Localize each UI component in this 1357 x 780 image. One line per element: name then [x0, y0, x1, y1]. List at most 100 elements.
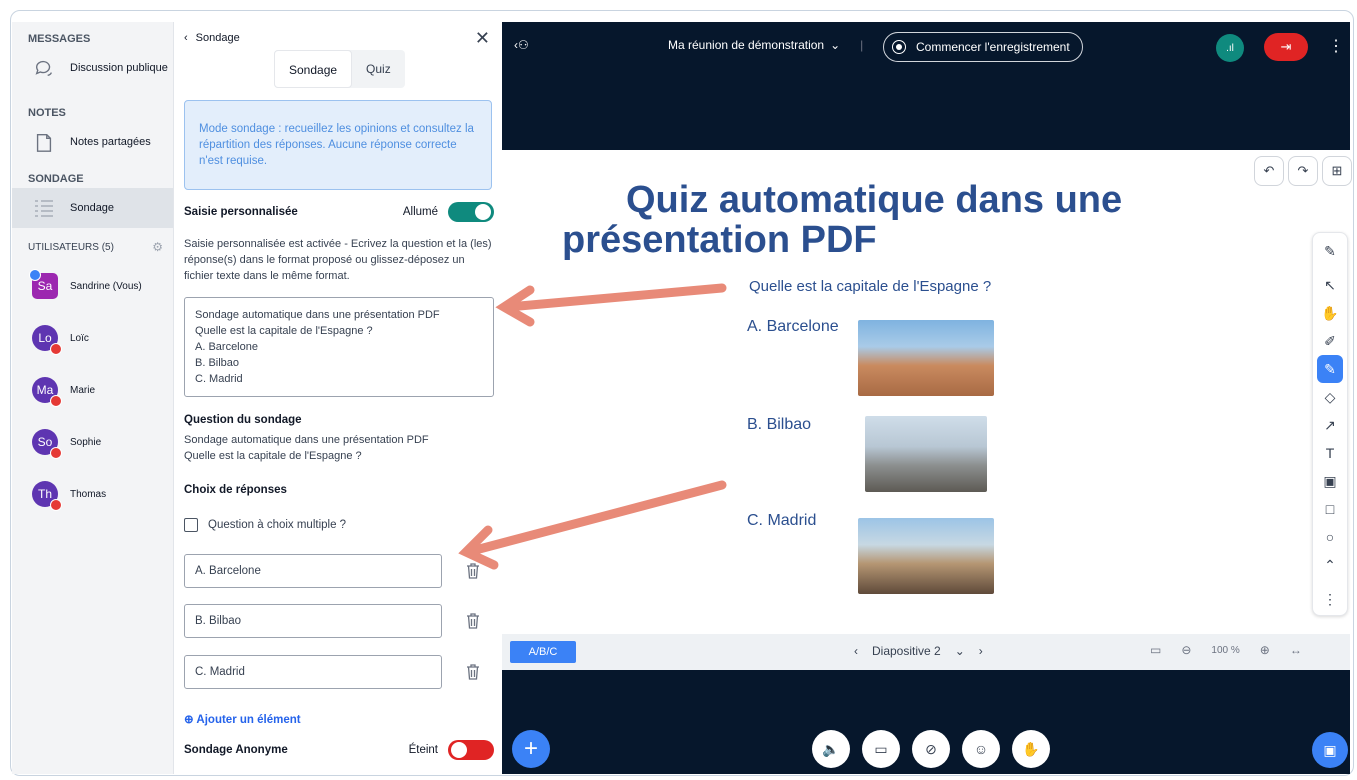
arrow-tool-icon[interactable]: ↗ [1313, 411, 1347, 439]
multiple-choice-checkbox[interactable] [184, 518, 198, 532]
record-icon [892, 40, 906, 54]
actions-plus-button[interactable]: + [512, 730, 550, 768]
user-item[interactable]: Lo Loïc [12, 312, 173, 364]
chevron-down-icon[interactable]: ⌄ [955, 644, 965, 658]
custom-input-textarea[interactable]: Sondage automatique dans une présentatio… [184, 297, 494, 397]
start-recording-button[interactable]: Commencer l'enregistrement [883, 32, 1083, 62]
sidebar-item-public-chat[interactable]: Discussion publique [12, 48, 173, 88]
connection-status-icon[interactable]: .ıl [1216, 34, 1244, 62]
list-icon [32, 196, 56, 220]
poll-panel: ‹ Sondage ✕ Sondage Quiz Mode sondage : … [174, 22, 502, 774]
screenshare-off-icon[interactable]: ⊘ [912, 730, 950, 768]
user-item[interactable]: Sa Sandrine (Vous) [12, 260, 173, 312]
raise-hand-icon[interactable]: ✋ [1012, 730, 1050, 768]
slide-option: A. Barcelone [747, 318, 839, 335]
multi-user-pen-icon[interactable]: ✎ [1313, 237, 1347, 265]
avatar-initials: Sa [37, 279, 53, 293]
user-name: Sophie [70, 436, 102, 448]
slide-option: B. Bilbao [747, 416, 812, 433]
option-input-a[interactable]: A. Barcelone [184, 554, 442, 588]
textarea-line: B. Bilbao [195, 357, 240, 369]
sidebar: MESSAGES Discussion publique NOTES Notes… [12, 22, 174, 774]
chart-icon[interactable]: ▭ [1150, 643, 1161, 657]
main-area: ‹⚇ Ma réunion de démonstration ⌄ | Comme… [502, 22, 1352, 774]
meeting-title[interactable]: Ma réunion de démonstration ⌄ | [668, 38, 863, 52]
trash-icon[interactable] [466, 613, 482, 629]
option-input-b[interactable]: B. Bilbao [184, 604, 442, 638]
textarea-line: Quelle est la capitale de l'Espagne ? [195, 325, 373, 337]
whiteboard-toolbar: ✎ ↖ ✋ ✐ ✎ ◇ ↗ T ▣ □ ○ ⌃ ⋮ [1312, 232, 1348, 616]
textarea-line: Sondage automatique dans une présentatio… [195, 309, 440, 321]
note-icon[interactable]: ▣ [1313, 467, 1347, 495]
custom-input-toggle[interactable] [448, 202, 494, 222]
chat-icon [32, 56, 56, 80]
sidebar-item-poll[interactable]: Sondage [12, 188, 173, 228]
hand-icon[interactable]: ✋ [1313, 299, 1347, 327]
user-item[interactable]: Th Thomas [12, 468, 173, 520]
eraser-icon[interactable]: ◇ [1313, 383, 1347, 411]
add-item-button[interactable]: ⊕ Ajouter un élément [184, 712, 301, 726]
option-input-c[interactable]: C. Madrid [184, 655, 442, 689]
anonymous-row: Sondage Anonyme Éteint [184, 740, 494, 760]
fit-width-icon[interactable]: ↔ [1290, 643, 1302, 657]
barcelona-photo [858, 320, 994, 396]
user-item[interactable]: Ma Marie [12, 364, 173, 416]
avatar: So [32, 429, 62, 459]
slide-selector[interactable]: Diapositive 2 [872, 644, 941, 658]
close-icon[interactable]: ✕ [475, 28, 490, 49]
text-tool-icon[interactable]: T [1313, 439, 1347, 467]
anonymous-state: Éteint [408, 744, 438, 756]
poll-question-title: Question du sondage [184, 414, 302, 426]
more-options-icon[interactable]: ⋮ [1328, 36, 1344, 56]
more-tools-icon[interactable]: ⋮ [1313, 585, 1347, 613]
avatar-initials: Lo [38, 331, 52, 345]
gear-icon[interactable]: ⚙ [152, 240, 163, 254]
next-slide-icon[interactable]: › [979, 644, 983, 658]
reactions-icon[interactable]: ☺ [962, 730, 1000, 768]
rectangle-icon[interactable]: □ [1313, 495, 1347, 523]
user-item[interactable]: So Sophie [12, 416, 173, 468]
zoom-out-icon[interactable]: ⊖ [1181, 643, 1191, 657]
quick-poll-button[interactable]: A/B/C [510, 641, 576, 663]
ellipse-icon[interactable]: ○ [1313, 523, 1347, 551]
trash-icon[interactable] [466, 664, 482, 680]
undo-redo-group: ↶ ↷ ⊞ [1254, 156, 1352, 186]
redo-icon[interactable]: ↷ [1288, 156, 1318, 186]
anonymous-toggle[interactable] [448, 740, 494, 760]
zoom-in-icon[interactable]: ⊕ [1260, 643, 1270, 657]
record-label: Commencer l'enregistrement [916, 40, 1070, 54]
sidebar-item-label: Discussion publique [70, 62, 168, 74]
custom-input-row: Saisie personnalisée Allumé [184, 202, 494, 222]
multi-user-icon[interactable]: ⊞ [1322, 156, 1352, 186]
user-list-toggle-icon[interactable]: ‹⚇ [514, 38, 529, 52]
prev-slide-icon[interactable]: ‹ [854, 644, 858, 658]
textarea-line: C. Madrid [195, 373, 243, 385]
presentation-icon[interactable]: ▣ [1312, 732, 1348, 768]
audio-icon[interactable]: 🔈 [812, 730, 850, 768]
sidebar-item-shared-notes[interactable]: Notes partagées [12, 122, 173, 162]
chevron-up-icon[interactable]: ⌃ [1313, 551, 1347, 579]
slide-title: Quiz automatique dans une présentation P… [562, 180, 1122, 260]
pencil-icon[interactable]: ✐ [1313, 327, 1347, 355]
highlighter-icon[interactable]: ✎ [1317, 355, 1343, 383]
tab-poll[interactable]: Sondage [274, 50, 353, 88]
poll-question-line: Quelle est la capitale de l'Espagne ? [184, 450, 362, 462]
anonymous-label: Sondage Anonyme [184, 744, 288, 756]
custom-input-description: Saisie personnalisée est activée - Ecriv… [184, 238, 492, 282]
muted-badge-icon [50, 447, 62, 459]
leave-meeting-button[interactable]: ⇥ [1264, 33, 1308, 61]
camera-off-icon[interactable]: ▭ [862, 730, 900, 768]
moderator-badge-icon [29, 269, 41, 281]
plus-circle-icon: ⊕ [184, 714, 194, 726]
multiple-choice-row[interactable]: Question à choix multiple ? [184, 518, 346, 532]
trash-icon[interactable] [466, 563, 482, 579]
muted-badge-icon [50, 395, 62, 407]
back-button[interactable]: ‹ Sondage [184, 32, 240, 44]
bilbao-photo [865, 416, 987, 492]
tab-quiz[interactable]: Quiz [352, 50, 405, 88]
pointer-icon[interactable]: ↖ [1313, 271, 1347, 299]
poll-question-line: Sondage automatique dans une présentatio… [184, 434, 429, 446]
undo-icon[interactable]: ↶ [1254, 156, 1284, 186]
poll-section-title: SONDAGE [28, 173, 84, 185]
zoom-controls: ▭ ⊖ 100 % ⊕ ↔ [1150, 643, 1302, 657]
